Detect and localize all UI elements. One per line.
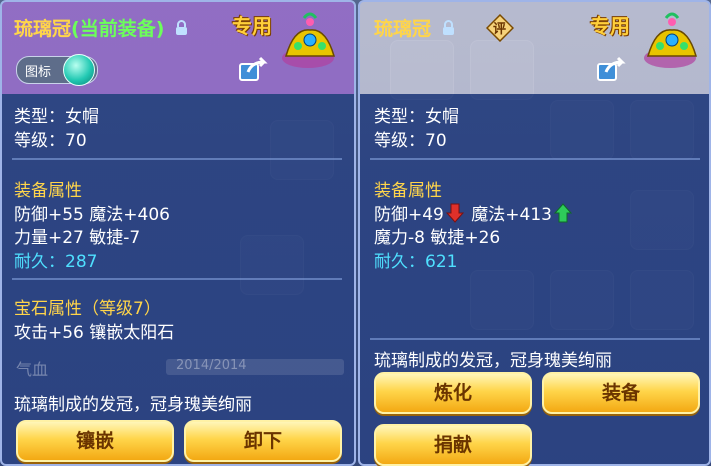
- refine-button[interactable]: 炼化: [374, 372, 532, 414]
- durability-value: 621: [425, 252, 458, 272]
- durability-row: 耐久：621: [374, 247, 457, 272]
- divider: [370, 338, 700, 340]
- rating-badge-label: 评: [493, 22, 507, 37]
- share-icon[interactable]: [238, 56, 268, 82]
- exclusive-label: 专用: [232, 14, 272, 38]
- unequip-button[interactable]: 卸下: [184, 420, 342, 462]
- type-line: 类型：女帽: [14, 107, 99, 127]
- toggle-label: 图标: [25, 65, 52, 80]
- lock-icon: [442, 19, 455, 41]
- arrow-up-icon: [553, 202, 573, 228]
- stat-value: 2014/2014: [176, 358, 247, 373]
- item-description: 琉璃制成的发冠，冠身瑰美绚丽: [14, 395, 252, 415]
- attr-line-2: 魔力-8 敏捷+26: [374, 228, 501, 248]
- exclusive-label: 专用: [590, 14, 630, 38]
- inlay-button[interactable]: 镶嵌: [16, 420, 174, 462]
- durability-label: 耐久：: [14, 252, 65, 272]
- defense-stat: 防御+49: [374, 205, 444, 225]
- item-description: 琉璃制成的发冠，冠身瑰美绚丽: [374, 351, 612, 371]
- durability-value: 287: [65, 252, 98, 272]
- divider: [12, 158, 342, 160]
- attr-header: 装备属性: [14, 181, 82, 201]
- rating-badge[interactable]: 评: [486, 14, 514, 42]
- divider: [12, 278, 342, 280]
- type-line: 类型：女帽: [374, 107, 459, 127]
- gem-header: 宝石属性（等级7）: [14, 299, 161, 319]
- gem-line: 攻击+56 镶嵌太阳石: [14, 323, 175, 343]
- item-title: 琉璃冠(当前装备): [14, 14, 188, 41]
- helmet-item-icon: [640, 8, 704, 78]
- attr-line-2: 力量+27 敏捷-7: [14, 228, 141, 248]
- durability-label: 耐久：: [374, 252, 425, 272]
- item-name: 琉璃冠: [374, 18, 432, 40]
- equipped-state: (当前装备): [71, 18, 165, 40]
- attr-line-1: 防御+55 魔法+406: [14, 205, 170, 225]
- durability-row: 耐久：287: [14, 247, 97, 272]
- helmet-item-icon: [278, 8, 342, 78]
- item-title: 琉璃冠: [374, 14, 455, 41]
- stat-label: 气血: [16, 360, 49, 379]
- attr-header: 装备属性: [374, 181, 442, 201]
- level-line: 等级：70: [14, 131, 87, 151]
- background-stat-bar: 气血 2014/2014: [16, 356, 346, 379]
- compare-item-tooltip: 琉璃冠 评 专用 类型：女帽 等级：70 装备属性 防御+49 魔法+413 魔…: [358, 0, 711, 466]
- magic-stat: 魔法+413: [471, 205, 552, 225]
- equip-button[interactable]: 装备: [542, 372, 700, 414]
- item-name: 琉璃冠: [14, 18, 72, 40]
- equipped-item-tooltip: 琉璃冠(当前装备) 专用 图标 类型：女帽 等级：70 装备属性 防御+55 魔…: [0, 0, 356, 466]
- divider: [370, 158, 700, 160]
- share-icon[interactable]: [596, 56, 626, 82]
- level-line: 等级：70: [374, 131, 447, 151]
- lock-icon: [175, 19, 188, 41]
- icon-toggle[interactable]: 图标: [16, 54, 98, 86]
- toggle-knob-icon: [63, 54, 95, 86]
- donate-button[interactable]: 捐献: [374, 424, 532, 466]
